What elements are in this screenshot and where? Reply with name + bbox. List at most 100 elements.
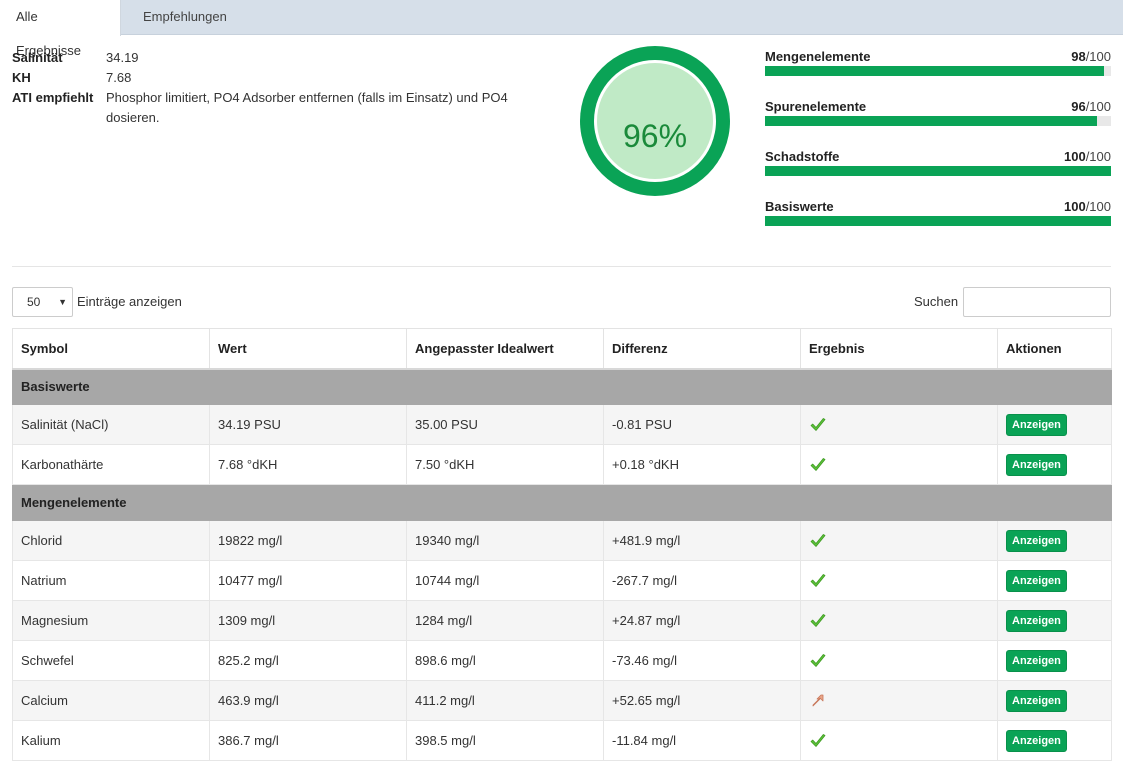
check-icon: [810, 457, 826, 471]
cell-difference: +24.87 mg/l: [603, 600, 801, 641]
check-icon: [810, 613, 826, 627]
category-score-header: Spurenelemente 96/100: [765, 98, 1111, 115]
tab-recommendations[interactable]: Empfehlungen: [127, 0, 243, 35]
category-score-value: 100: [1063, 149, 1086, 164]
category-label: Mengenelemente: [765, 49, 871, 64]
cell-value: 463.9 mg/l: [209, 680, 407, 721]
search-label: Suchen: [914, 294, 959, 309]
show-button[interactable]: Anzeigen: [1006, 609, 1067, 632]
category-score-max: /100: [1085, 199, 1111, 214]
check-icon: [810, 733, 826, 747]
check-icon: [810, 573, 826, 587]
cell-difference: -267.7 mg/l: [603, 560, 801, 601]
summary-key: Salinität: [12, 50, 63, 65]
search-input[interactable]: [963, 287, 1111, 317]
cell-value: 10477 mg/l: [209, 560, 407, 601]
table-row: Salinität (NaCl) 34.19 PSU 35.00 PSU -0.81 …: [12, 404, 1112, 445]
summary-value: Phosphor limitiert, PO4 Adsorber entfern…: [106, 90, 508, 125]
category-progress-fill: [765, 166, 1111, 176]
cell-actions: Anzeigen: [997, 640, 1112, 681]
table-row: Chlorid 19822 mg/l 19340 mg/l +481.9 mg/l An…: [12, 520, 1112, 561]
group-label: Basiswerte: [12, 368, 1112, 405]
table-row: Kalium 386.7 mg/l 398.5 mg/l -11.84 mg/l Anz…: [12, 720, 1112, 761]
category-score-value: 100: [1063, 199, 1086, 214]
summary-value: 34.19: [106, 50, 139, 65]
cell-symbol: Schwefel: [12, 640, 210, 681]
cell-result: [800, 720, 998, 761]
cell-result: [800, 560, 998, 601]
column-header-result[interactable]: Ergebnis: [800, 328, 998, 370]
column-header-actions: Aktionen: [997, 328, 1112, 370]
column-header-symbol[interactable]: Symbol: [12, 328, 210, 370]
check-icon: [810, 533, 826, 547]
cell-symbol: Calcium: [12, 680, 210, 721]
category-progress-fill: [765, 66, 1105, 76]
cell-actions: Anzeigen: [997, 680, 1112, 721]
table-row: Karbonathärte 7.68 °dKH 7.50 °dKH +0.18 °dK…: [12, 444, 1112, 485]
tab-all-results[interactable]: Alle Ergebnisse: [0, 0, 121, 58]
show-button[interactable]: Anzeigen: [1006, 529, 1067, 552]
gauge-percentage: 96%: [622, 117, 688, 154]
page-length-select[interactable]: 50 ▼: [12, 287, 73, 317]
category-score-header: Mengenelemente 98/100: [765, 48, 1111, 65]
check-icon: [810, 653, 826, 667]
cell-result: [800, 444, 998, 485]
cell-actions: Anzeigen: [997, 720, 1112, 761]
category-score-header: Basiswerte 100/100: [765, 198, 1111, 215]
group-label: Mengenelemente: [12, 484, 1112, 521]
summary-row-kh: KH 7.68: [12, 68, 532, 88]
category-scores: Mengenelemente 98/100 Spurenelemente 96/100…: [765, 48, 1111, 248]
cell-value: 825.2 mg/l: [209, 640, 407, 681]
show-button[interactable]: Anzeigen: [1006, 569, 1067, 592]
category-label: Basiswerte: [765, 199, 834, 214]
category-score-item: Basiswerte 100/100: [765, 198, 1111, 248]
category-score: 96/100: [1071, 98, 1111, 115]
table-row: Natrium 10477 mg/l 10744 mg/l -267.7 mg/l An…: [12, 560, 1112, 601]
cell-ideal: 398.5 mg/l: [406, 720, 604, 761]
cell-value: 34.19 PSU: [209, 404, 407, 445]
show-button[interactable]: Anzeigen: [1006, 729, 1067, 752]
show-button[interactable]: Anzeigen: [1006, 453, 1067, 476]
category-score-max: /100: [1085, 99, 1111, 114]
category-score: 100/100: [1064, 198, 1111, 215]
category-label: Spurenelemente: [765, 99, 867, 114]
category-progress-track: [765, 66, 1111, 76]
table-row: Schwefel 825.2 mg/l 898.6 mg/l -73.46 mg/l A…: [12, 640, 1112, 681]
category-score: 98/100: [1071, 48, 1111, 65]
category-score-header: Schadstoffe 100/100: [765, 148, 1111, 165]
cell-result: [800, 680, 998, 721]
cell-value: 7.68 °dKH: [209, 444, 407, 485]
summary-value: 7.68: [106, 70, 132, 85]
show-button[interactable]: Anzeigen: [1006, 649, 1067, 672]
cell-ideal: 1284 mg/l: [406, 600, 604, 641]
cell-difference: -11.84 mg/l: [603, 720, 801, 761]
table-row: Calcium 463.9 mg/l 411.2 mg/l +52.65 mg/l An…: [12, 680, 1112, 721]
arrow-up-right-icon: [812, 694, 824, 706]
cell-symbol: Salinität (NaCl): [12, 404, 210, 445]
cell-value: 1309 mg/l: [209, 600, 407, 641]
cell-actions: Anzeigen: [997, 520, 1112, 561]
cell-difference: +481.9 mg/l: [603, 520, 801, 561]
cell-difference: -0.81 PSU: [603, 404, 801, 445]
column-header-ideal[interactable]: Angepasster Idealwert: [406, 328, 604, 370]
results-table: Symbol Wert Angepasster Idealwert Differ…: [12, 328, 1112, 761]
show-button[interactable]: Anzeigen: [1006, 413, 1067, 436]
cell-symbol: Magnesium: [12, 600, 210, 641]
table-header-row: Symbol Wert Angepasster Idealwert Differ…: [12, 328, 1112, 370]
cell-symbol: Chlorid: [12, 520, 210, 561]
page-length-value: 50: [27, 295, 41, 309]
cell-symbol: Karbonathärte: [12, 444, 210, 485]
category-score-max: /100: [1085, 149, 1111, 164]
category-score-item: Schadstoffe 100/100: [765, 148, 1111, 198]
show-button[interactable]: Anzeigen: [1006, 689, 1067, 712]
summary-key: KH: [12, 70, 31, 85]
cell-result: [800, 600, 998, 641]
category-score-value: 98: [1071, 49, 1086, 64]
cell-result: [800, 404, 998, 445]
category-score-item: Mengenelemente 98/100: [765, 48, 1111, 98]
cell-difference: +0.18 °dKH: [603, 444, 801, 485]
column-header-value[interactable]: Wert: [209, 328, 407, 370]
column-header-difference[interactable]: Differenz: [603, 328, 801, 370]
category-score-max: /100: [1085, 49, 1111, 64]
cell-ideal: 19340 mg/l: [406, 520, 604, 561]
